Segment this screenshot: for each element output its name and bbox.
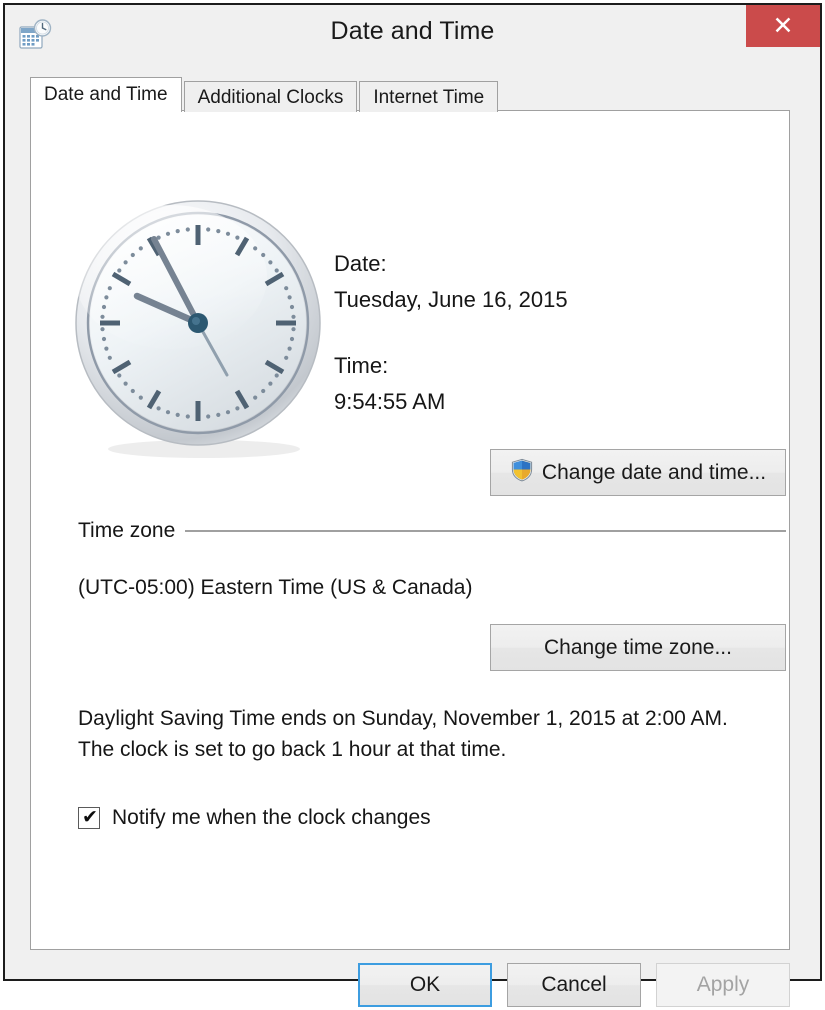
checkbox-box[interactable]: ✔	[78, 806, 100, 829]
change-time-zone-button[interactable]: Change time zone...	[490, 624, 786, 671]
daylight-saving-text: Daylight Saving Time ends on Sunday, Nov…	[78, 707, 728, 761]
time-zone-group-header: Time zone	[78, 519, 786, 543]
tab-panel-date-and-time: Date: Tuesday, June 16, 2015 Time: 9:54:…	[30, 110, 790, 950]
cancel-label: Cancel	[541, 973, 607, 996]
time-zone-value: (UTC-05:00) Eastern Time (US & Canada)	[78, 576, 473, 599]
date-value: Tuesday, June 16, 2015	[334, 287, 568, 312]
date-and-time-dialog: Date and Time ✕ Date and Time Additional…	[3, 3, 822, 1007]
date-label: Date:	[334, 251, 387, 276]
analog-clock	[71, 199, 333, 461]
change-time-zone-label: Change time zone...	[544, 635, 732, 659]
close-glyph: ✕	[772, 12, 794, 40]
time-value: 9:54:55 AM	[334, 389, 446, 414]
tab-strip: Date and Time Additional Clocks Internet…	[30, 77, 500, 112]
close-icon[interactable]: ✕	[746, 5, 820, 47]
uac-shield-icon	[510, 458, 534, 488]
notify-clock-changes-label: Notify me when the clock changes	[112, 806, 431, 829]
change-date-and-time-label: Change date and time...	[541, 460, 767, 484]
apply-button[interactable]: Apply	[656, 963, 790, 1007]
ok-button[interactable]: OK	[358, 963, 492, 1007]
title-bar: Date and Time ✕	[5, 5, 820, 63]
dialog-footer: OK Cancel Apply	[30, 960, 790, 1010]
tab-date-and-time[interactable]: Date and Time	[30, 77, 182, 112]
tab-internet-time[interactable]: Internet Time	[359, 81, 499, 112]
group-separator-line	[185, 530, 786, 532]
window-title: Date and Time	[330, 17, 495, 45]
ok-label: OK	[409, 973, 441, 996]
date-time-readout: Date: Tuesday, June 16, 2015 Time: 9:54:…	[334, 251, 568, 415]
notify-clock-changes-checkbox[interactable]: ✔ Notify me when the clock changes	[78, 806, 431, 830]
change-date-and-time-button[interactable]: Change date and time...	[490, 449, 786, 496]
checkmark-icon: ✔	[82, 806, 98, 828]
tab-additional-clocks[interactable]: Additional Clocks	[183, 81, 358, 112]
cancel-button[interactable]: Cancel	[507, 963, 641, 1007]
time-zone-group-label: Time zone	[78, 519, 176, 542]
dialog-body: Date and Time Additional Clocks Internet…	[17, 63, 808, 1007]
time-label: Time:	[334, 353, 389, 378]
apply-label: Apply	[696, 973, 750, 996]
